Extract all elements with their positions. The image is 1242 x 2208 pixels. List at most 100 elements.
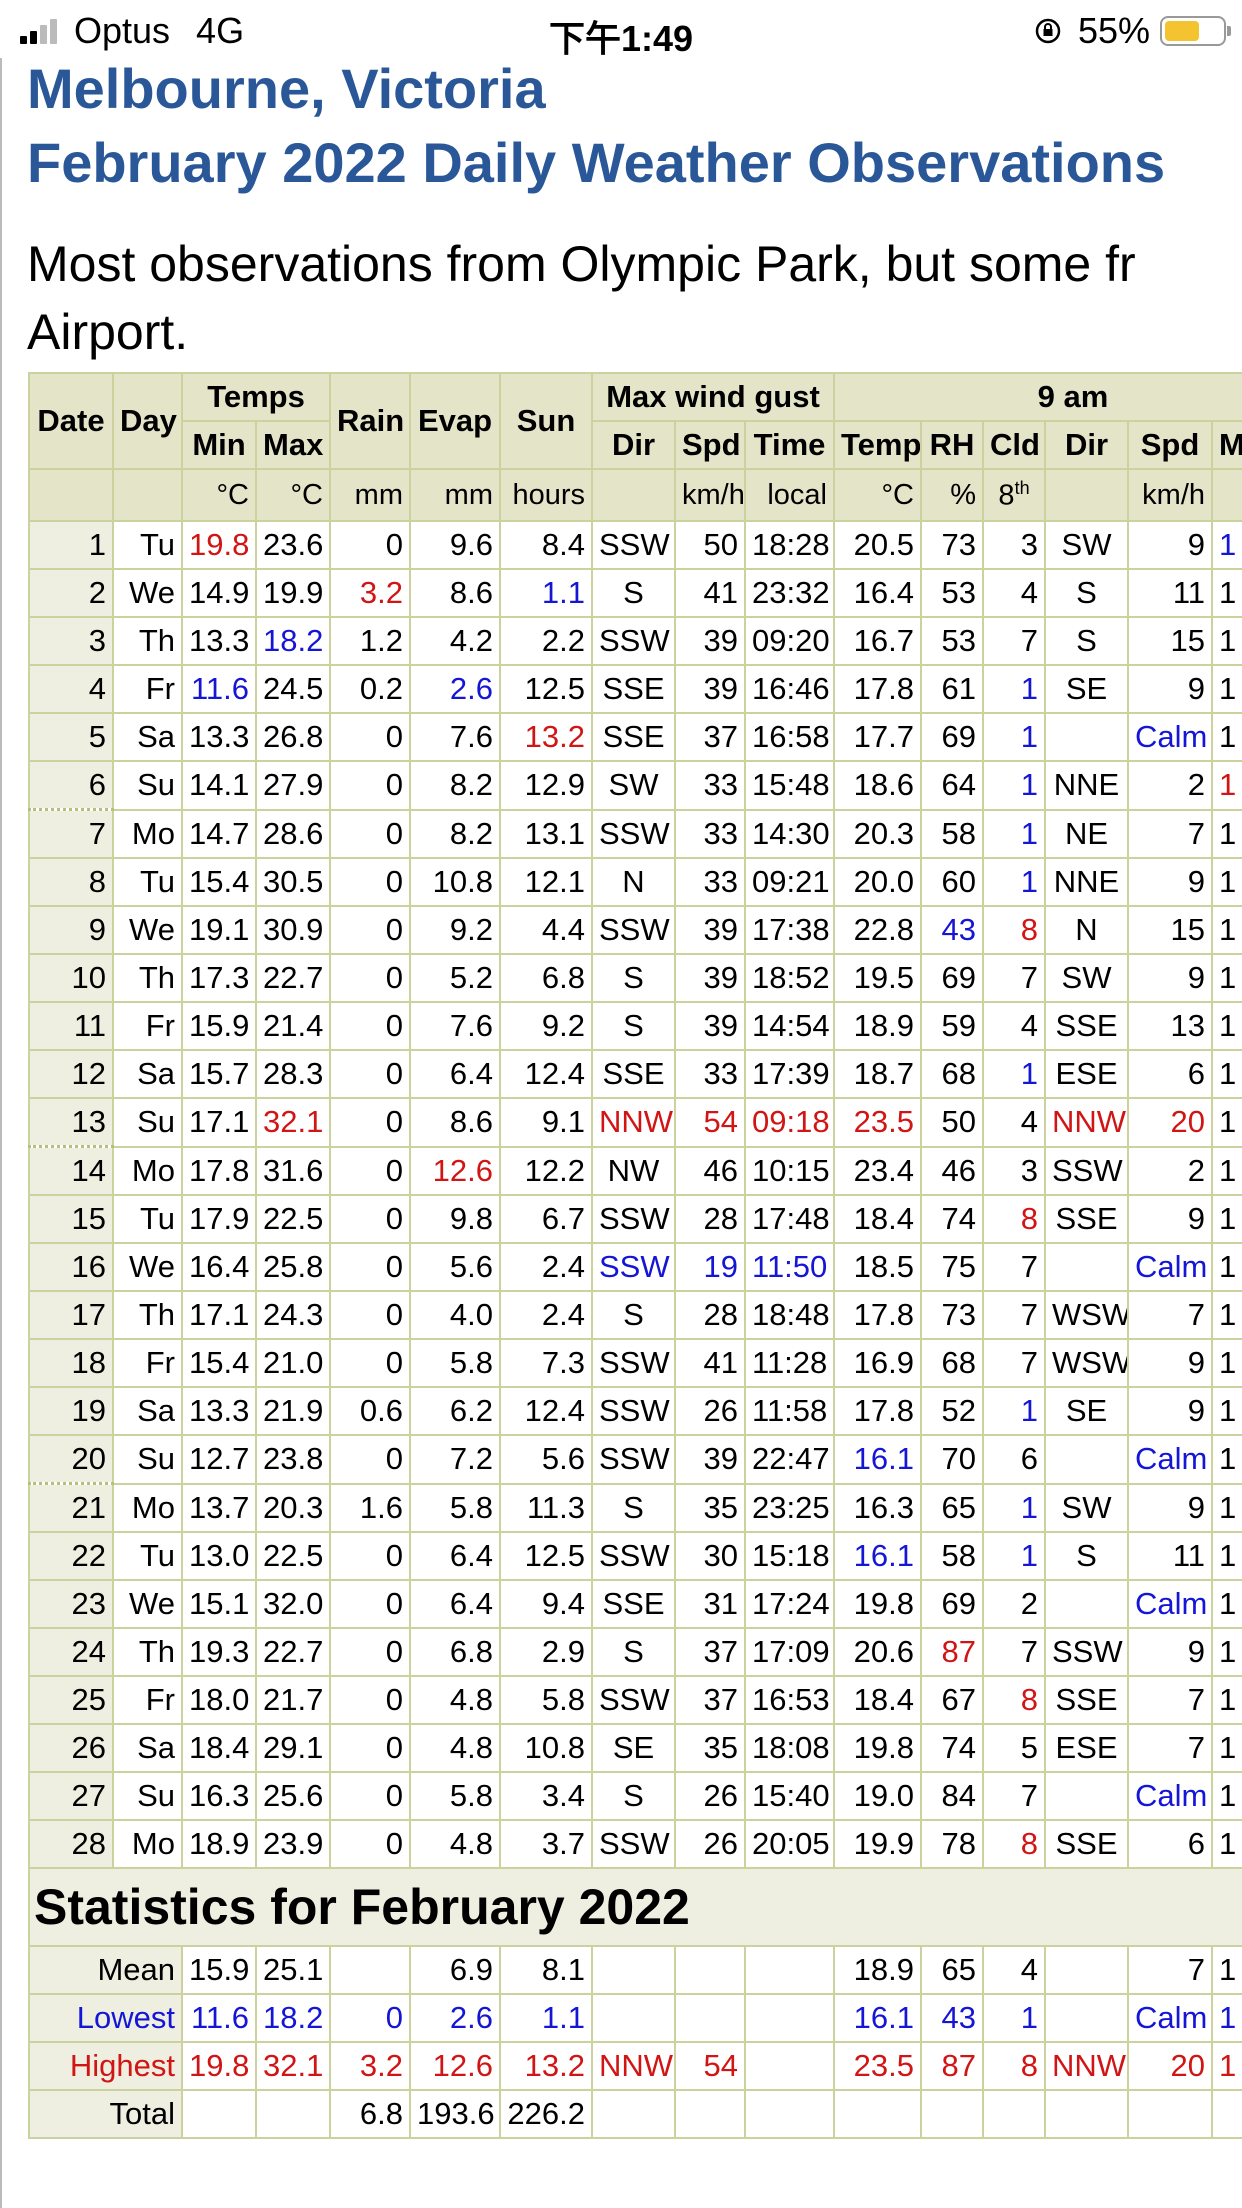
cell-dir: SSE	[1044, 1194, 1129, 1244]
cell-dir: N	[1044, 905, 1129, 955]
cell-temp: 16.1	[833, 1531, 922, 1581]
cell-cld: 1	[982, 760, 1046, 811]
observations-table-container[interactable]: Date Day Temps Rain Evap Sun Max wind gu…	[28, 372, 1242, 2208]
cell-max: 18.2	[255, 616, 331, 666]
cell-rh: 74	[920, 1194, 984, 1244]
stat-cell-temp: 16.1	[833, 1993, 922, 2043]
stat-cell-evap: 12.6	[409, 2041, 501, 2091]
cell-evap: 5.6	[409, 1242, 501, 1292]
cell-temp: 19.0	[833, 1771, 922, 1821]
cell-sun: 9.4	[499, 1579, 593, 1629]
cell-day: Fr	[112, 664, 183, 714]
cell-cut: 1	[1210, 1723, 1242, 1773]
cell-rh: 53	[920, 616, 984, 666]
stat-cell-min: 15.9	[181, 1945, 257, 1995]
unit-date	[28, 468, 114, 522]
cell-gspd: 41	[674, 1338, 746, 1388]
cell-spd: 6	[1127, 1049, 1213, 1099]
cell-evap: 7.2	[409, 1434, 501, 1485]
cell-max: 22.5	[255, 1531, 331, 1581]
stat-cell-temp: 18.9	[833, 1945, 922, 1995]
stat-cell-gspd	[674, 2089, 746, 2139]
cell-sun: 2.4	[499, 1290, 593, 1340]
cell-max: 22.7	[255, 953, 331, 1003]
cell-min: 19.1	[181, 905, 257, 955]
cell-rh: 70	[920, 1434, 984, 1485]
cell-gspd: 26	[674, 1386, 746, 1436]
cell-rh: 68	[920, 1049, 984, 1099]
cell-day: Sa	[112, 1723, 183, 1773]
cell-dir: NE	[1044, 808, 1129, 859]
stat-cell-spd: 20	[1127, 2041, 1213, 2091]
header-max-wind-gust: Max wind gust	[591, 372, 835, 422]
cell-rh: 68	[920, 1338, 984, 1388]
cell-spd: 2	[1127, 1145, 1213, 1196]
table-row: 6 Su 14.1 27.9 0 8.2 12.9 SW 33 15:48 18.6 64 1 NNE 2 1	[28, 760, 1242, 811]
cell-dir: SSW	[1044, 1627, 1129, 1677]
cell-temp: 18.5	[833, 1242, 922, 1292]
cell-spd: 9	[1127, 953, 1213, 1003]
header-rain: Rain	[329, 372, 411, 470]
cell-sun: 12.4	[499, 1049, 593, 1099]
header-evap: Evap	[409, 372, 501, 470]
cell-cld: 1	[982, 664, 1046, 714]
cell-gspd: 39	[674, 1001, 746, 1051]
cell-temp: 23.5	[833, 1097, 922, 1148]
cell-cut: 1	[1210, 1771, 1242, 1821]
stat-row: Highest 19.8 32.1 3.2 12.6 13.2 NNW 54 23.5 87 8 NN…	[28, 2041, 1242, 2091]
cell-cut: 1	[1210, 1338, 1242, 1388]
stat-cell-cut: 1	[1210, 1945, 1242, 1995]
table-row: 8 Tu 15.4 30.5 0 10.8 12.1 N 33 09:21 20.0 60 1 NNE 9 1	[28, 857, 1242, 907]
cell-dir	[1044, 1434, 1129, 1485]
cell-gspd: 39	[674, 905, 746, 955]
cell-min: 16.4	[181, 1242, 257, 1292]
cell-temp: 19.8	[833, 1579, 922, 1629]
cell-day: We	[112, 1579, 183, 1629]
stat-cell-dir	[1044, 1945, 1129, 1995]
cell-rh: 53	[920, 568, 984, 618]
cell-cld: 8	[982, 1194, 1046, 1244]
cell-max: 25.8	[255, 1242, 331, 1292]
stat-cell-temp	[833, 2089, 922, 2139]
cell-gdir: SSW	[591, 616, 676, 666]
cell-min: 13.3	[181, 712, 257, 762]
stat-cell-cld: 4	[982, 1945, 1046, 1995]
cell-rain: 0	[329, 1290, 411, 1340]
cell-spd: 20	[1127, 1097, 1213, 1148]
cell-sun: 3.7	[499, 1819, 593, 1869]
cell-gtime: 11:28	[744, 1338, 835, 1388]
page-title-location: Melbourne, Victoria	[27, 57, 546, 120]
cell-evap: 6.8	[409, 1627, 501, 1677]
cell-cut: 1	[1210, 664, 1242, 714]
cell-cut: 1	[1210, 1242, 1242, 1292]
cell-date: 21	[28, 1482, 114, 1533]
cell-cut: 1	[1210, 1001, 1242, 1051]
cell-rain: 0	[329, 1579, 411, 1629]
stat-cell-max: 18.2	[255, 1993, 331, 2043]
cell-sun: 12.5	[499, 664, 593, 714]
stat-row: Total 6.8 193.6 226.2	[28, 2089, 1242, 2139]
cell-date: 20	[28, 1434, 114, 1485]
unit-gust-dir	[591, 468, 676, 522]
cell-max: 29.1	[255, 1723, 331, 1773]
cell-rh: 46	[920, 1145, 984, 1196]
cell-day: Sa	[112, 1049, 183, 1099]
cell-rain: 0	[329, 1049, 411, 1099]
cell-spd: 15	[1127, 616, 1213, 666]
cell-gtime: 09:20	[744, 616, 835, 666]
header-date: Date	[28, 372, 114, 470]
cell-cut: 1	[1210, 1819, 1242, 1869]
cell-gtime: 14:30	[744, 808, 835, 859]
cell-gspd: 46	[674, 1145, 746, 1196]
cell-dir: SW	[1044, 953, 1129, 1003]
stat-label: Mean	[28, 1945, 183, 1995]
cell-gdir: SSW	[591, 520, 676, 570]
cell-cld: 8	[982, 1675, 1046, 1725]
cell-dir	[1044, 1242, 1129, 1292]
cell-temp: 16.4	[833, 568, 922, 618]
cell-gspd: 54	[674, 1097, 746, 1148]
stat-cell-gtime	[744, 2041, 835, 2091]
cell-cut: 1	[1210, 568, 1242, 618]
cell-gdir: SSW	[591, 1675, 676, 1725]
battery-icon	[1160, 16, 1231, 46]
